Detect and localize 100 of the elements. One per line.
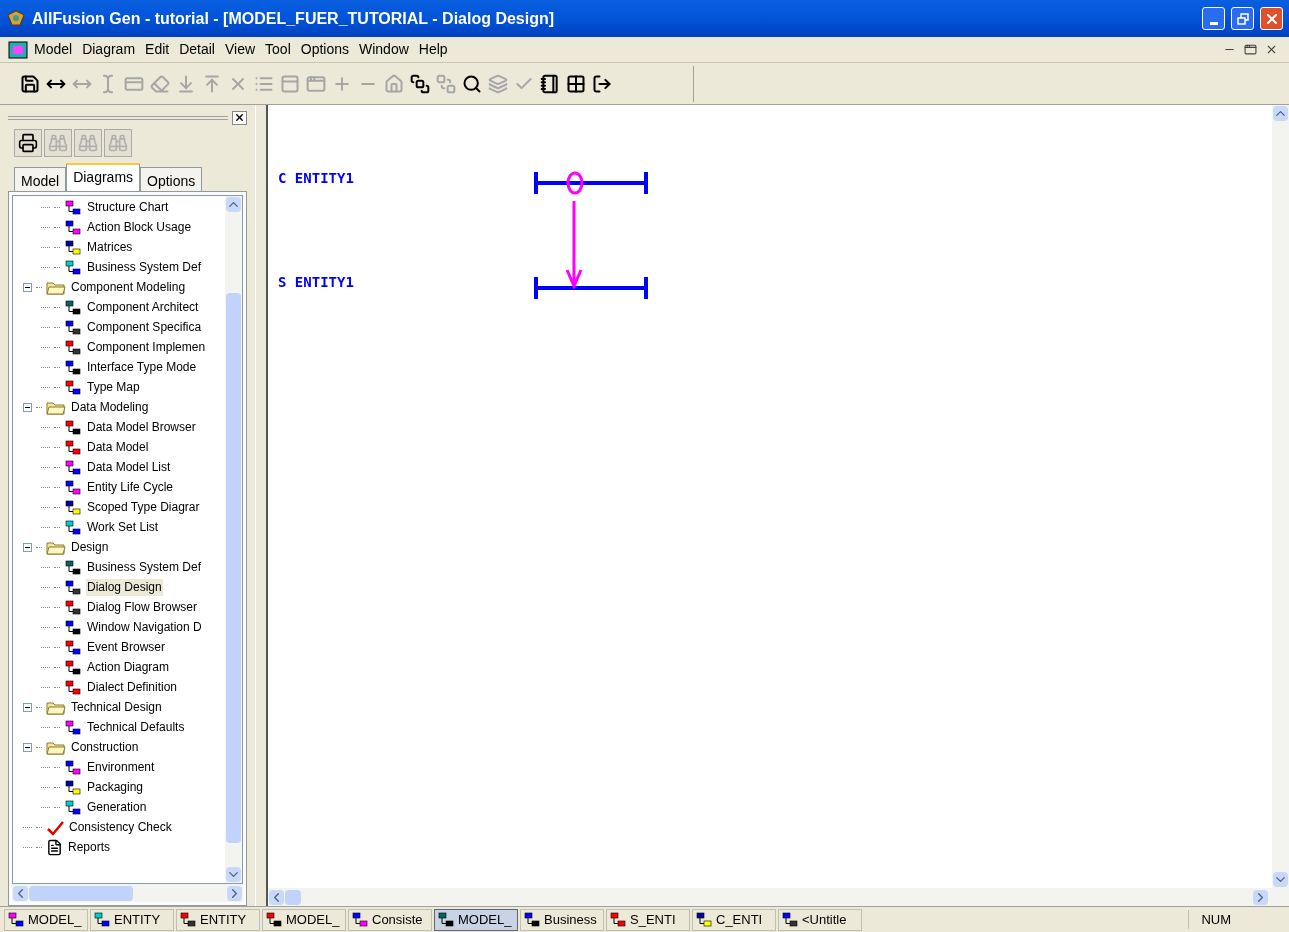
window-tab[interactable]: MODEL_: [434, 908, 518, 931]
window-tab[interactable]: S_ENTI: [606, 908, 690, 931]
menu-item[interactable]: Diagram: [78, 39, 140, 60]
tree-item[interactable]: Dialog Design: [86, 579, 163, 597]
tree-item[interactable]: Action Diagram: [86, 659, 171, 677]
tree-item[interactable]: Dialog Flow Browser: [86, 599, 199, 617]
tree-item[interactable]: Technical Design: [70, 699, 163, 717]
window-tab[interactable]: Business: [520, 908, 604, 931]
window-tab[interactable]: MODEL_: [262, 908, 346, 931]
tree-item[interactable]: Dialect Definition: [86, 679, 179, 697]
tree-item[interactable]: Consistency Check: [68, 819, 173, 837]
diagram-icon: [179, 910, 197, 929]
menu-item[interactable]: View: [220, 39, 260, 60]
restore-button[interactable]: [1231, 7, 1254, 30]
scroll-thumb[interactable]: [29, 885, 133, 901]
tree-item[interactable]: Generation: [86, 799, 148, 817]
scrollbar[interactable]: [225, 195, 242, 883]
scroll-right-icon[interactable]: [227, 885, 242, 901]
menu-item[interactable]: Window: [355, 39, 413, 60]
tree-item[interactable]: Type Map: [86, 379, 141, 397]
tree-item[interactable]: Component Specifica: [86, 319, 203, 337]
tab[interactable]: Diagrams: [66, 162, 141, 191]
menu-item[interactable]: Model: [30, 39, 77, 60]
scroll-up-icon[interactable]: [1273, 106, 1288, 121]
tree-item[interactable]: Data Modeling: [70, 399, 150, 417]
tree-item[interactable]: Design: [70, 539, 110, 557]
tree-item[interactable]: Interface Type Mode: [86, 359, 198, 377]
menu-item[interactable]: Detail: [175, 39, 219, 60]
tree-item[interactable]: Window Navigation D: [86, 619, 203, 637]
collapse-icon[interactable]: [23, 743, 32, 753]
window-tab[interactable]: MODEL_: [4, 908, 88, 931]
find-previous-icon: [108, 132, 128, 153]
tab[interactable]: Model: [14, 166, 67, 191]
collapse-icon[interactable]: [23, 703, 32, 713]
window-tab[interactable]: ENTITY: [176, 908, 260, 931]
collapse-icon[interactable]: [23, 283, 32, 293]
diagram-icon: [64, 658, 82, 677]
scroll-down-icon[interactable]: [226, 867, 241, 882]
collapse-icon[interactable]: [23, 543, 32, 553]
notebook-icon[interactable]: [540, 73, 560, 94]
tree-item[interactable]: Entity Life Cycle: [86, 479, 175, 497]
menu-item[interactable]: Options: [296, 39, 353, 60]
scroll-down-icon[interactable]: [1273, 872, 1288, 887]
scroll-up-icon[interactable]: [226, 196, 241, 212]
window-tab[interactable]: C_ENTI: [692, 908, 776, 931]
close-button[interactable]: [1260, 7, 1283, 30]
grid-icon[interactable]: [566, 73, 586, 94]
bring-to-front-icon[interactable]: [410, 73, 430, 94]
tree-item[interactable]: Packaging: [86, 779, 145, 797]
panel-close-button[interactable]: [232, 110, 247, 125]
scrollbar[interactable]: [268, 888, 1289, 906]
tree-item[interactable]: Business System Def: [86, 559, 203, 577]
tree-item[interactable]: Construction: [70, 739, 140, 757]
menu-item[interactable]: Help: [414, 39, 452, 60]
tree-item[interactable]: Data Model: [86, 439, 150, 457]
tree-item[interactable]: Technical Defaults: [86, 719, 186, 737]
restore-icon[interactable]: [1244, 43, 1257, 56]
window-tab[interactable]: <Untitle: [778, 908, 862, 931]
menu-item[interactable]: Tool: [261, 39, 295, 60]
tree-item[interactable]: Scoped Type Diagrar: [86, 499, 201, 517]
diagram-icon: [64, 598, 82, 617]
tree-item[interactable]: Business System Def: [86, 259, 203, 277]
diagram-icon: [64, 478, 82, 497]
folder-icon: [46, 739, 66, 756]
tree-item[interactable]: Matrices: [86, 239, 134, 257]
tree-item[interactable]: Structure Chart: [86, 199, 170, 217]
diagram-icon: [64, 758, 82, 777]
tree-item[interactable]: Component Implemen: [86, 339, 207, 357]
tool-button[interactable]: [14, 128, 42, 157]
window-tab[interactable]: ENTITY: [90, 908, 174, 931]
collapse-icon[interactable]: [23, 403, 32, 413]
scroll-right-icon[interactable]: [1253, 889, 1268, 905]
tree-item[interactable]: Component Modeling: [70, 279, 187, 297]
tree-item[interactable]: Action Block Usage: [86, 219, 193, 237]
diagram-icon: [64, 358, 82, 377]
tree-item[interactable]: Component Architect: [86, 299, 200, 317]
tree-item[interactable]: Data Model List: [86, 459, 172, 477]
diagram-icon: [437, 910, 455, 929]
tree-item[interactable]: Data Model Browser: [86, 419, 197, 437]
tree-item[interactable]: Environment: [86, 759, 156, 777]
diagram-icon: [64, 378, 82, 397]
exit-icon[interactable]: [592, 73, 612, 94]
scroll-thumb[interactable]: [226, 292, 241, 843]
save-icon[interactable]: [20, 73, 40, 94]
close-icon[interactable]: [1265, 43, 1278, 56]
search-icon[interactable]: [462, 73, 482, 94]
scroll-left-icon[interactable]: [269, 889, 284, 905]
tree-item[interactable]: Reports: [67, 839, 112, 857]
scrollbar[interactable]: [12, 884, 243, 902]
tab[interactable]: Options: [140, 166, 203, 191]
scrollbar[interactable]: [1272, 105, 1289, 888]
tree-item[interactable]: Work Set List: [86, 519, 160, 537]
tree-item[interactable]: Event Browser: [86, 639, 167, 657]
diagram-icon: [64, 718, 82, 737]
diagram-icon: [64, 218, 82, 237]
menu-item[interactable]: Edit: [141, 39, 174, 60]
scroll-thumb[interactable]: [285, 889, 301, 905]
minimize-button[interactable]: [1202, 7, 1225, 30]
scroll-left-icon[interactable]: [13, 885, 28, 901]
window-tab[interactable]: Consiste: [348, 908, 432, 931]
